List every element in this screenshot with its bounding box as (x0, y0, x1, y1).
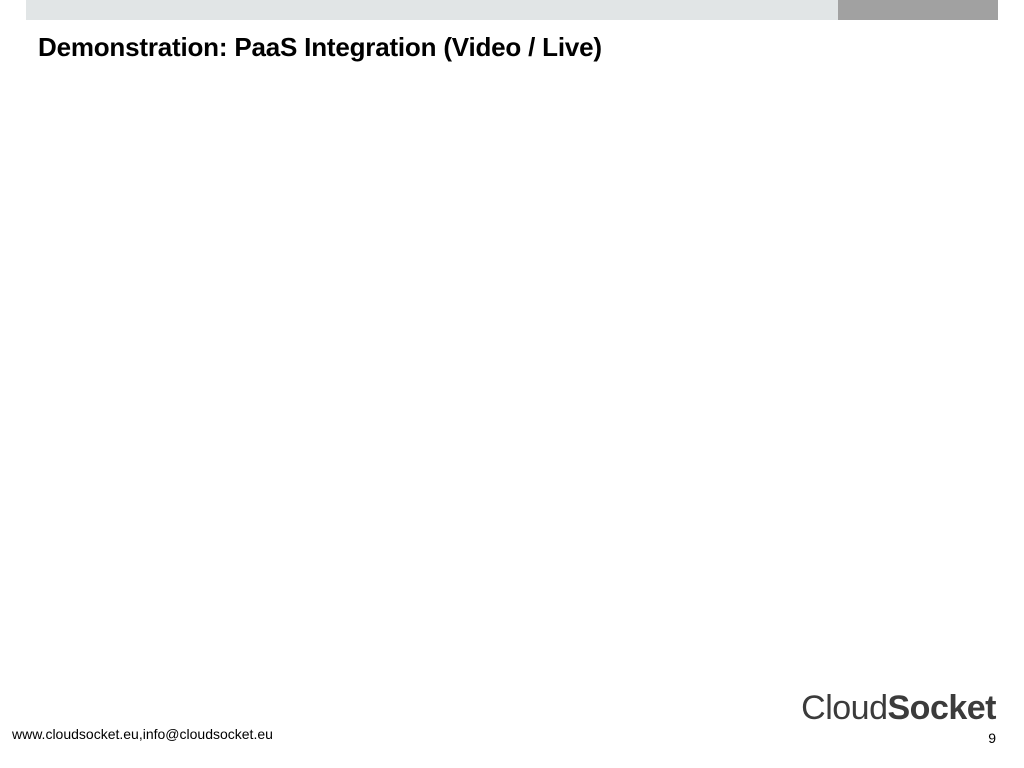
header-bar-accent (838, 0, 998, 20)
brand-logo: CloudSocket (801, 689, 996, 728)
logo-text-socket: Socket (888, 689, 997, 727)
logo-text-cloud: Cloud (801, 689, 887, 727)
page-number: 9 (988, 730, 996, 746)
slide-title: Demonstration: PaaS Integration (Video /… (38, 32, 602, 63)
footer-contact: www.cloudsocket.eu,info@cloudsocket.eu (12, 726, 273, 742)
